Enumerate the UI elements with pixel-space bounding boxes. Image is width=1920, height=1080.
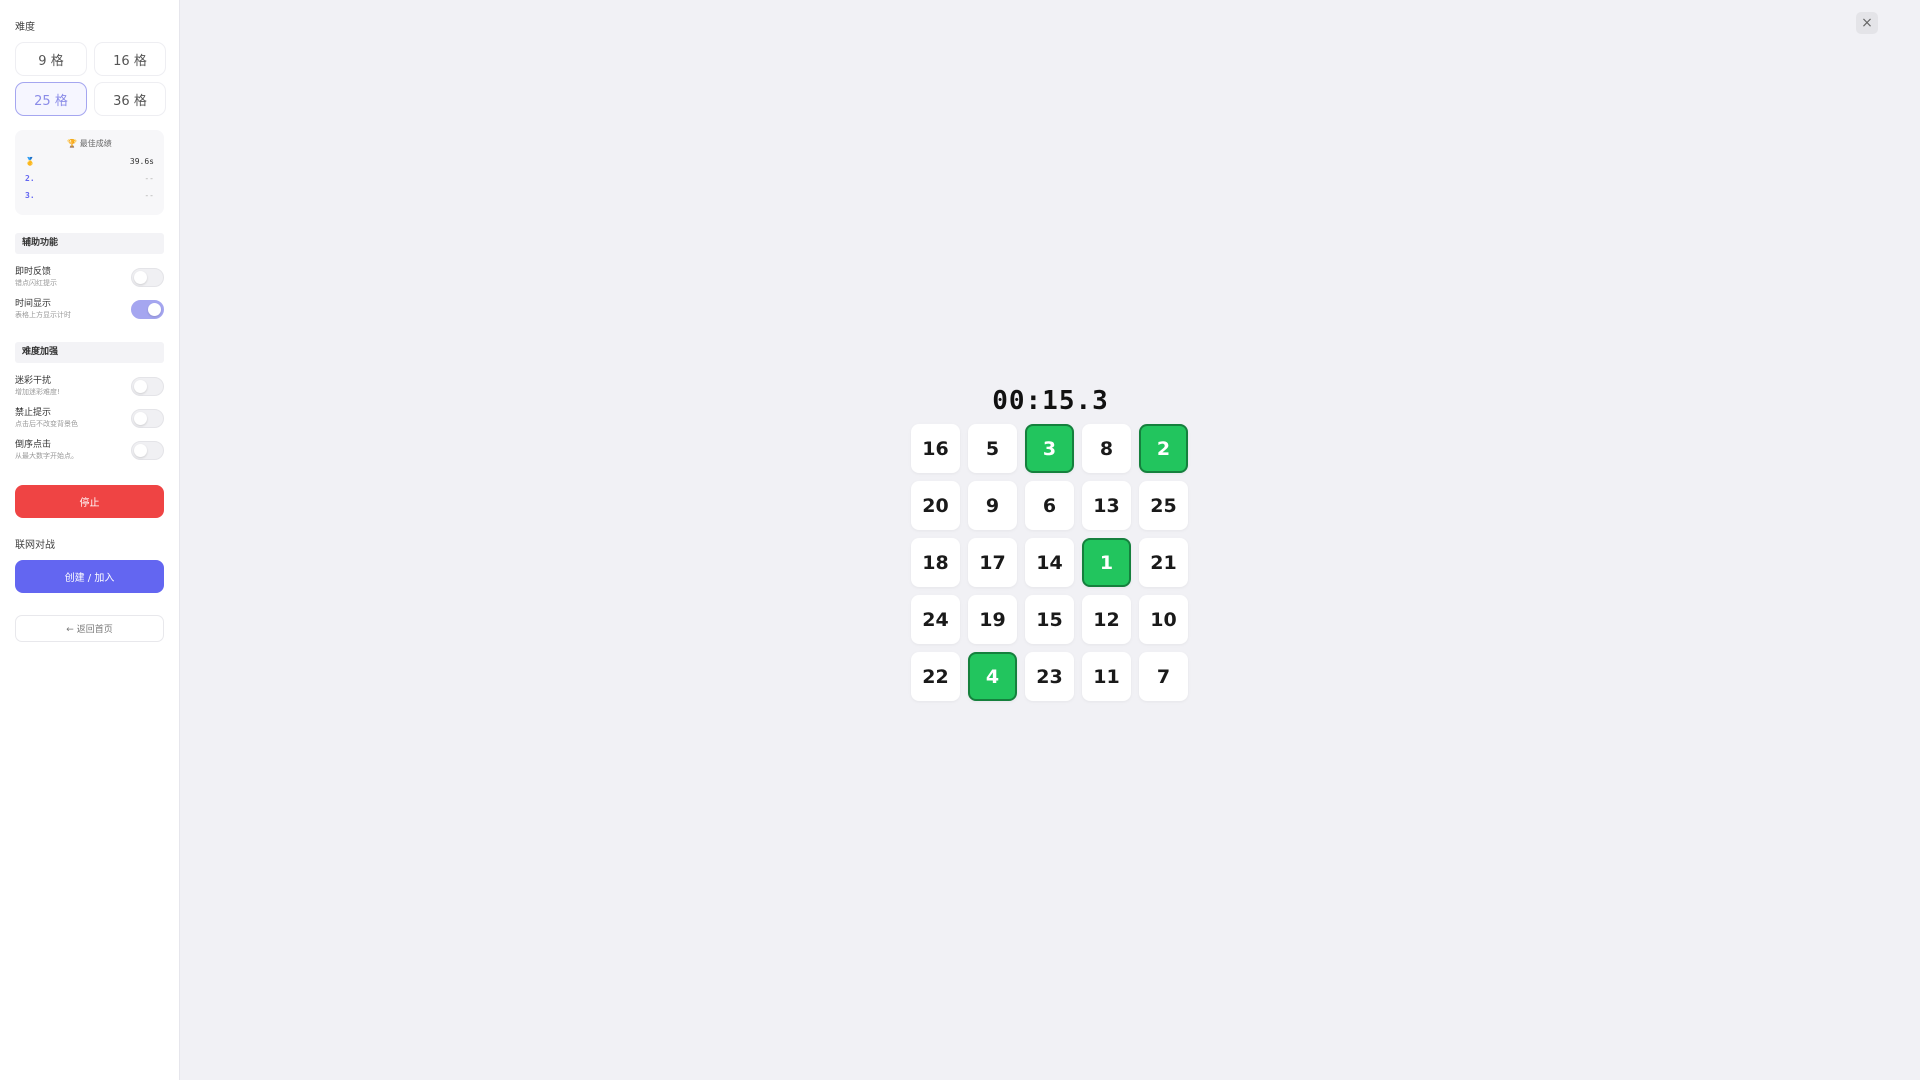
setting-description: 错点闪红提示: [15, 278, 57, 287]
grid-cell[interactable]: 15: [1025, 595, 1074, 644]
instant-feedback-setting: 即时反馈 错点闪红提示: [15, 262, 164, 292]
back-home-button[interactable]: ← 返回首页: [15, 615, 164, 642]
schulte-grid: 16 5 3 8 2 20 9 6 13 25 18 17 14 1 21 24 19 15 12 10 22 4 23 11…: [911, 424, 1188, 701]
grid-cell[interactable]: 4: [968, 652, 1017, 701]
best-scores-card: 🏆 最佳成绩 🥇 39.6s 2. -- 3. --: [15, 130, 164, 215]
grid-cell[interactable]: 17: [968, 538, 1017, 587]
instant-feedback-toggle[interactable]: [131, 267, 164, 287]
assist-group-title: 辅助功能: [15, 233, 164, 254]
reverse-order-toggle[interactable]: [131, 440, 164, 460]
best-score-value: --: [144, 174, 154, 183]
create-join-button[interactable]: 创建 / 加入: [15, 560, 164, 593]
best-score-value: --: [144, 191, 154, 200]
grid-cell[interactable]: 12: [1082, 595, 1131, 644]
grid-cell[interactable]: 25: [1139, 481, 1188, 530]
camouflage-toggle[interactable]: [131, 376, 164, 396]
grid-cell[interactable]: 2: [1139, 424, 1188, 473]
grid-cell[interactable]: 5: [968, 424, 1017, 473]
time-display-setting: 时间显示 表格上方显示计时: [15, 294, 164, 324]
grid-cell[interactable]: 13: [1082, 481, 1131, 530]
no-hint-setting: 禁止提示 点击后不改变背景色: [15, 403, 164, 433]
grid-cell[interactable]: 21: [1139, 538, 1188, 587]
best-score-value: 39.6s: [129, 157, 154, 166]
grid-cell[interactable]: 9: [968, 481, 1017, 530]
best-score-row: 🥇 39.6s: [25, 153, 154, 170]
gold-medal-icon: 🥇: [25, 157, 35, 166]
grid-cell[interactable]: 3: [1025, 424, 1074, 473]
difficulty-36-button[interactable]: 36 格: [94, 82, 166, 116]
difficulty-options: 9 格 16 格 25 格 36 格: [15, 42, 166, 116]
grid-cell[interactable]: 1: [1082, 538, 1131, 587]
hard-group-title: 难度加强: [15, 342, 164, 363]
no-hint-toggle[interactable]: [131, 408, 164, 428]
grid-cell[interactable]: 16: [911, 424, 960, 473]
sidebar: 难度 9 格 16 格 25 格 36 格 🏆 最佳成绩 🥇 39.6s 2. …: [0, 0, 180, 1080]
difficulty-25-button[interactable]: 25 格: [15, 82, 87, 116]
grid-cell[interactable]: 6: [1025, 481, 1074, 530]
grid-cell[interactable]: 18: [911, 538, 960, 587]
time-display-toggle[interactable]: [131, 299, 164, 319]
difficulty-title: 难度: [15, 22, 35, 33]
setting-description: 表格上方显示计时: [15, 310, 71, 319]
setting-description: 增加迷彩难度!: [15, 387, 60, 396]
setting-description: 点击后不改变背景色: [15, 419, 78, 428]
setting-label: 时间显示: [15, 298, 52, 309]
setting-label: 迷彩干扰: [15, 375, 52, 386]
reverse-order-setting: 倒序点击 从最大数字开始点。: [15, 435, 164, 465]
setting-label: 倒序点击: [15, 439, 52, 450]
difficulty-9-button[interactable]: 9 格: [15, 42, 87, 76]
best-score-rank: 2.: [25, 174, 35, 183]
close-icon[interactable]: ×: [1856, 12, 1878, 34]
setting-label: 禁止提示: [15, 407, 52, 418]
grid-cell[interactable]: 19: [968, 595, 1017, 644]
grid-cell[interactable]: 23: [1025, 652, 1074, 701]
grid-cell[interactable]: 20: [911, 481, 960, 530]
grid-cell[interactable]: 7: [1139, 652, 1188, 701]
grid-cell[interactable]: 24: [911, 595, 960, 644]
game-timer: 00:15.3: [992, 386, 1109, 416]
online-battle-label: 联网对战: [15, 540, 55, 551]
setting-description: 从最大数字开始点。: [15, 451, 78, 460]
grid-cell[interactable]: 10: [1139, 595, 1188, 644]
best-score-rank: 3.: [25, 191, 35, 200]
best-score-row: 3. --: [25, 187, 154, 204]
best-scores-title: 🏆 最佳成绩: [67, 139, 112, 148]
game-area: × 00:15.3 16 5 3 8 2 20 9 6 13 25 18 17 14 1 21 24 19 15 1…: [181, 0, 1920, 1080]
camouflage-setting: 迷彩干扰 增加迷彩难度!: [15, 371, 164, 401]
best-score-row: 2. --: [25, 170, 154, 187]
grid-cell[interactable]: 22: [911, 652, 960, 701]
grid-cell[interactable]: 8: [1082, 424, 1131, 473]
stop-button[interactable]: 停止: [15, 485, 164, 518]
setting-label: 即时反馈: [15, 266, 52, 277]
grid-cell[interactable]: 11: [1082, 652, 1131, 701]
grid-cell[interactable]: 14: [1025, 538, 1074, 587]
difficulty-16-button[interactable]: 16 格: [94, 42, 166, 76]
